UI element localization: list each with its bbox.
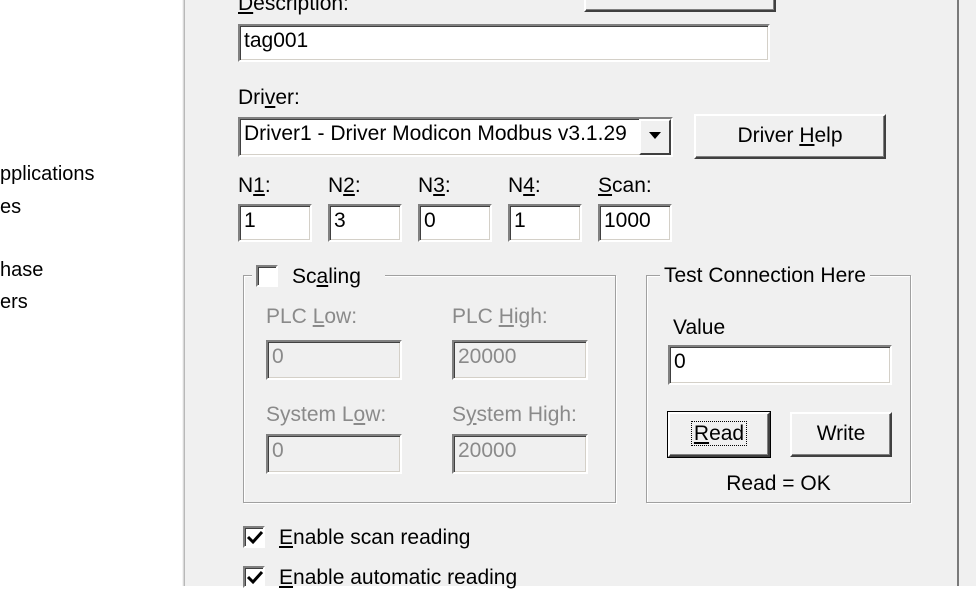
nav-item-es[interactable]: es — [0, 196, 21, 219]
nav-item-hase[interactable]: hase — [0, 259, 43, 282]
read-button-label: Read — [690, 421, 748, 446]
description-label: Description: — [238, 0, 349, 15]
n4-input[interactable]: 1 — [508, 204, 582, 242]
write-button[interactable]: Write — [790, 412, 892, 457]
nav-item-applications[interactable]: pplications — [0, 163, 95, 186]
test-connection-group — [646, 275, 911, 503]
plc-high-label: PLC High: — [452, 305, 548, 328]
value-input[interactable]: 0 — [668, 345, 892, 385]
window-right-edge — [957, 0, 976, 586]
scaling-checkbox-row[interactable]: Scaling Scaling_ — [252, 264, 385, 292]
scan-input[interactable]: 1000 — [598, 204, 672, 242]
scan-label: Scan: — [598, 174, 652, 197]
driver-help-button[interactable]: Driver Help — [694, 114, 886, 159]
chevron-down-icon — [649, 132, 661, 139]
driver-select-value: Driver1 - Driver Modicon Modbus v3.1.29 — [244, 122, 627, 145]
value-label: Value — [673, 316, 726, 339]
n2-label: N2: — [328, 174, 361, 197]
driver-label: Driver: — [238, 86, 300, 109]
system-high-label: System High: — [452, 403, 577, 426]
enable-automatic-reading-row[interactable]: Enable automatic reading — [243, 564, 543, 594]
n3-label: N3: — [418, 174, 451, 197]
checkmark-icon — [246, 570, 264, 585]
scaling-label: Scaling — [292, 265, 361, 288]
top-partial-button[interactable] — [584, 0, 776, 12]
system-high-input[interactable]: 20000 — [452, 434, 588, 474]
driver-select[interactable]: Driver1 - Driver Modicon Modbus v3.1.29 — [238, 117, 673, 157]
nav-item-ers[interactable]: ers — [0, 291, 28, 314]
n1-input[interactable]: 1 — [238, 204, 312, 242]
system-low-label: System Low: — [266, 403, 387, 426]
plc-low-input[interactable]: 0 — [266, 340, 402, 380]
plc-high-input[interactable]: 20000 — [452, 340, 588, 380]
n2-input[interactable]: 3 — [328, 204, 402, 242]
enable-scan-reading-label: Enable scan reading — [279, 526, 471, 549]
scaling-checkbox[interactable] — [256, 265, 278, 287]
n1-label: N1: — [238, 174, 271, 197]
left-navigation-pane: pplications es hase ers — [0, 0, 182, 586]
enable-scan-reading-checkbox[interactable] — [243, 526, 265, 548]
n3-input[interactable]: 0 — [418, 204, 492, 242]
plc-low-label: PLC Low: — [266, 305, 358, 328]
read-status-text: Read = OK — [726, 472, 831, 495]
n4-label: N4: — [508, 174, 541, 197]
test-connection-title: Test Connection Here — [660, 264, 870, 288]
enable-automatic-reading-checkbox[interactable] — [243, 566, 265, 588]
dropdown-arrow-button[interactable] — [639, 119, 671, 155]
enable-automatic-reading-label: Enable automatic reading — [279, 566, 518, 589]
enable-scan-reading-row[interactable]: Enable scan reading — [243, 524, 503, 554]
system-low-input[interactable]: 0 — [266, 434, 402, 474]
read-button[interactable]: Read — [667, 411, 771, 458]
description-input[interactable]: tag001 — [238, 24, 770, 62]
checkmark-icon — [246, 530, 264, 545]
